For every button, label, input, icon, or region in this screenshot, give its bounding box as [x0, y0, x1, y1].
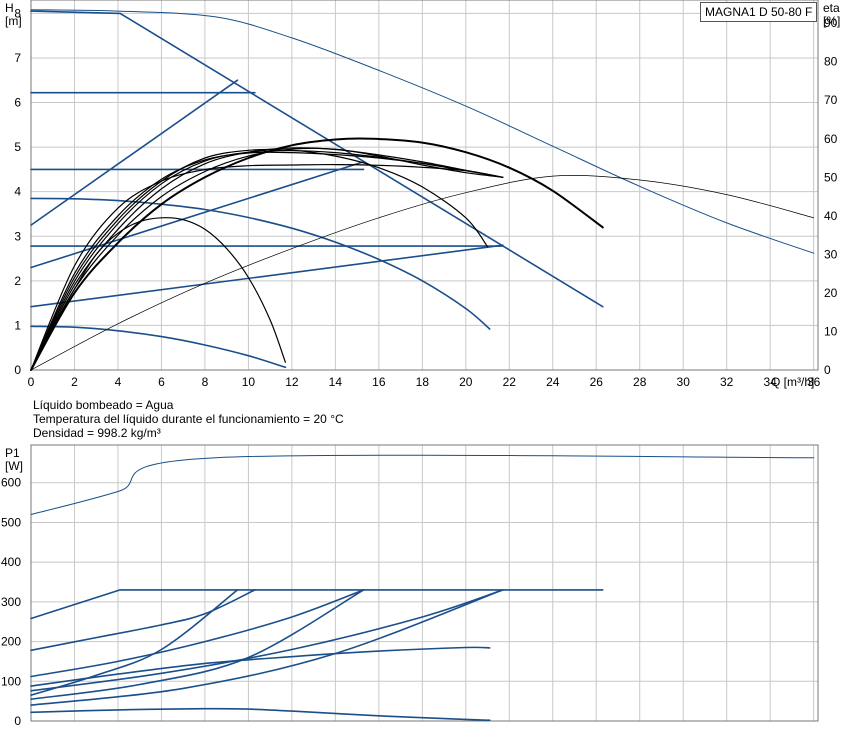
x-tick-label: 10 — [242, 375, 256, 389]
x-tick-label: 4 — [115, 375, 122, 389]
y-tick-label: 100 — [1, 674, 21, 688]
info-line-temperature: Temperatura del líquido durante el funci… — [33, 412, 344, 426]
y2-tick-label: 40 — [824, 209, 838, 223]
y2-tick-label: 10 — [824, 324, 838, 338]
y2-tick-label: 80 — [824, 55, 838, 69]
x-tick-label: 6 — [158, 375, 165, 389]
y-tick-label: 300 — [1, 595, 21, 609]
y-tick-label: 600 — [1, 476, 21, 490]
y-tick-label: 0 — [14, 714, 21, 728]
x-tick-label: 24 — [546, 375, 560, 389]
x-tick-label: 2 — [71, 375, 78, 389]
x-tick-label: 20 — [459, 375, 473, 389]
x-tick-label: 30 — [677, 375, 691, 389]
info-line-density: Densidad = 998.2 kg/m³ — [33, 426, 161, 440]
x-tick-label: 28 — [633, 375, 647, 389]
fluid-info: Líquido bombeado = Agua Temperatura del … — [33, 398, 344, 440]
pump-curve-chart: 01234567801020304050607080900 2 4 6 8 10 12 14 1… — [1, 0, 840, 728]
y2-tick-label: 30 — [824, 247, 838, 261]
power-curve-7 — [30, 589, 504, 706]
x-tick-label: 0 — [28, 375, 35, 389]
y-tick-label: 3 — [14, 229, 21, 243]
plot-frame — [30, 0, 819, 371]
y2-tick-label: 70 — [824, 93, 838, 107]
efficiency-curve-15 — [30, 163, 504, 371]
y-tick-label: 6 — [14, 96, 21, 110]
y-tick-label: 5 — [14, 140, 21, 154]
y-axis-label: P1 — [5, 446, 20, 460]
head-curve-0 — [30, 10, 604, 308]
pump-title: MAGNA1 D 50-80 F — [700, 2, 818, 22]
x-tick-label: 8 — [202, 375, 209, 389]
y2-tick-label: 50 — [824, 170, 838, 184]
y-axis-unit: [m] — [5, 14, 22, 28]
x-tick-label: 18 — [416, 375, 430, 389]
power-curve-9 — [30, 707, 491, 721]
y2-axis-label: eta — [823, 1, 840, 15]
x-tick-label: 14 — [329, 375, 343, 389]
y-axis-unit: [W] — [5, 459, 23, 473]
y-tick-label: 7 — [14, 51, 21, 65]
head-curve-7 — [30, 197, 491, 330]
power-curve-5 — [30, 589, 239, 696]
y-tick-label: 0 — [14, 363, 21, 377]
power-curve-8 — [30, 646, 491, 687]
head-curve-5 — [30, 161, 365, 269]
y-tick-label: 4 — [14, 185, 21, 199]
y-tick-label: 500 — [1, 515, 21, 529]
power-curve-1 — [30, 589, 604, 620]
x-tick-label: 12 — [285, 375, 299, 389]
y-axis-label: H — [5, 1, 14, 15]
y2-tick-label: 0 — [824, 363, 831, 377]
y-tick-label: 1 — [14, 318, 21, 332]
efficiency-curve-16 — [30, 148, 489, 371]
y-tick-label: 200 — [1, 635, 21, 649]
x-tick-label: 26 — [590, 375, 604, 389]
x-tick-label: 22 — [503, 375, 517, 389]
head-curve-8 — [30, 325, 287, 369]
x-tick-label: 16 — [372, 375, 386, 389]
y-tick-label: 2 — [14, 274, 21, 288]
plot-frame — [30, 444, 819, 722]
info-line-fluid: Líquido bombeado = Agua — [33, 398, 174, 412]
x-axis-label: Q [m³/h] — [771, 375, 814, 389]
y2-axis-unit: [%] — [823, 14, 840, 28]
y2-tick-label: 20 — [824, 286, 838, 300]
head-curve-6 — [30, 244, 504, 308]
x-tick-label: 32 — [720, 375, 734, 389]
y2-tick-label: 60 — [824, 132, 838, 146]
y-tick-label: 400 — [1, 555, 21, 569]
